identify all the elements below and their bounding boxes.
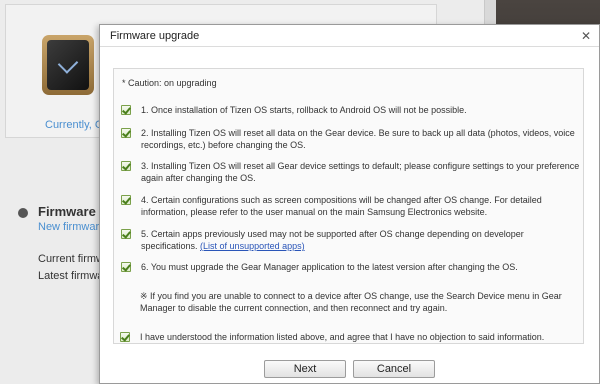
latest-firmware-label: Latest firmwa: [38, 270, 104, 282]
dialog-title: Firmware upgrade: [110, 30, 200, 42]
firmware-upgrade-dialog: Firmware upgrade ✕ * Caution: on upgradi…: [99, 24, 600, 384]
caution-item-5-text: 5. Certain apps previously used may not …: [141, 229, 524, 251]
checkbox-item-5[interactable]: [121, 229, 131, 239]
agreement-text: I have understood the information listed…: [140, 332, 545, 342]
next-button[interactable]: Next: [264, 360, 346, 378]
checkbox-item-1[interactable]: [121, 105, 131, 115]
checkbox-item-4[interactable]: [121, 195, 131, 205]
current-firmware-label: Current firmw: [38, 253, 105, 265]
caution-item-text: 2. Installing Tizen OS will reset all da…: [141, 128, 575, 150]
caution-item-text: 3. Installing Tizen OS will reset all Ge…: [141, 161, 580, 183]
checkbox-item-2[interactable]: [121, 128, 131, 138]
checkbox-item-3[interactable]: [121, 161, 131, 171]
unsupported-apps-link[interactable]: (List of unsupported apps): [200, 241, 305, 251]
caution-item-text: 4. Certain configurations such as screen…: [141, 195, 542, 217]
dialog-titlebar: Firmware upgrade ✕: [100, 25, 599, 47]
gear-watch-image: [42, 35, 94, 95]
cancel-button[interactable]: Cancel: [353, 360, 435, 378]
caution-item-text: 1. Once installation of Tizen OS starts,…: [141, 105, 467, 115]
reconnect-note: ※ If you find you are unable to connect …: [140, 291, 562, 313]
caution-heading: * Caution: on upgrading: [122, 78, 217, 88]
agree-checkbox[interactable]: [120, 332, 130, 342]
checkbox-item-6[interactable]: [121, 262, 131, 272]
info-icon: [18, 208, 28, 218]
caution-item-text: 5. Certain apps previously used may not …: [141, 228, 581, 252]
new-firmware-link[interactable]: New firmware: [38, 221, 105, 233]
caution-item-text: 6. You must upgrade the Gear Manager app…: [141, 262, 518, 272]
close-icon[interactable]: ✕: [579, 29, 593, 43]
caution-panel: * Caution: on upgrading 1. Once installa…: [113, 68, 584, 344]
